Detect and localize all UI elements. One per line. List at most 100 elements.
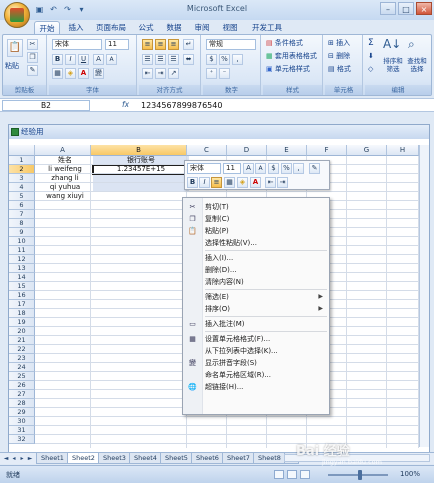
cell-B2[interactable]: 1.23457E+15 xyxy=(95,165,187,174)
row-header-7[interactable]: 7 xyxy=(9,210,35,219)
row-header-21[interactable]: 21 xyxy=(9,336,35,345)
context-menu-item[interactable]: 插入(I)... xyxy=(183,252,329,264)
cell-styles-button[interactable]: ▣ 单元格样式 xyxy=(266,64,310,74)
number-format-select[interactable]: 常规 xyxy=(206,39,256,50)
tab-page-layout[interactable]: 页面布局 xyxy=(92,21,130,34)
font-size-input[interactable]: 11 xyxy=(105,39,129,50)
mini-font-color-button[interactable]: A xyxy=(250,177,261,188)
find-select-icon[interactable]: ⌕ xyxy=(408,38,415,50)
tab-home[interactable]: 开始 xyxy=(34,21,60,34)
column-header-g[interactable]: G xyxy=(347,145,387,156)
formula-input[interactable]: 1234567899876540 xyxy=(141,100,222,111)
row-header-12[interactable]: 12 xyxy=(9,255,35,264)
mini-grow-button[interactable]: A xyxy=(243,163,254,174)
column-header-a[interactable]: A xyxy=(35,145,91,156)
sheet-tab-6[interactable]: Sheet6 xyxy=(191,453,224,464)
row-header-27[interactable]: 27 xyxy=(9,390,35,399)
row-header-24[interactable]: 24 xyxy=(9,363,35,372)
phonetic-button[interactable]: 變 xyxy=(93,68,104,79)
row-header-2[interactable]: 2 xyxy=(9,165,35,174)
sheet-tab-8[interactable]: Sheet8 xyxy=(253,453,286,464)
copy-icon[interactable]: ❐ xyxy=(27,52,38,63)
cell-B1[interactable]: 银行账号 xyxy=(93,156,189,165)
context-menu-item[interactable]: 删除(D)... xyxy=(183,264,329,276)
row-header-32[interactable]: 32 xyxy=(9,435,35,444)
next-sheet-icon[interactable]: ▸ xyxy=(18,454,26,463)
sheet-tab-5[interactable]: Sheet5 xyxy=(160,453,193,464)
cell-A5[interactable]: wang xiuyi xyxy=(37,192,93,201)
currency-icon[interactable]: $ xyxy=(206,54,217,65)
sort-filter-icon[interactable]: A↓ xyxy=(383,38,401,50)
office-button[interactable] xyxy=(4,2,30,28)
column-header-f[interactable]: F xyxy=(307,145,347,156)
tab-formulas[interactable]: 公式 xyxy=(134,21,158,34)
mini-currency-icon[interactable]: $ xyxy=(268,163,279,174)
tab-review[interactable]: 审阅 xyxy=(190,21,214,34)
find-select-button[interactable]: 查找和选择 xyxy=(405,57,429,73)
borders-icon[interactable]: ▦ xyxy=(52,68,63,79)
context-menu-item[interactable]: 排序(O) ▶ xyxy=(183,303,329,315)
sort-filter-button[interactable]: 排序和筛选 xyxy=(381,57,405,73)
row-header-13[interactable]: 13 xyxy=(9,264,35,273)
sheet-tab-3[interactable]: Sheet3 xyxy=(98,453,131,464)
last-sheet-icon[interactable]: ► xyxy=(26,454,34,463)
sheet-tab-1[interactable]: Sheet1 xyxy=(36,453,69,464)
mini-increase-indent-icon[interactable]: ⇥ xyxy=(277,177,288,188)
align-left-icon[interactable]: ☰ xyxy=(142,54,153,65)
percent-button[interactable]: % xyxy=(219,54,230,65)
row-header-31[interactable]: 31 xyxy=(9,426,35,435)
mini-size-input[interactable]: 11 xyxy=(223,163,241,174)
page-break-view-icon[interactable] xyxy=(300,470,310,479)
align-middle-icon[interactable]: ≡ xyxy=(155,39,166,50)
row-header-25[interactable]: 25 xyxy=(9,372,35,381)
fill-icon[interactable]: ⬇ xyxy=(368,51,374,61)
mini-format-painter-icon[interactable]: ✎ xyxy=(309,163,320,174)
row-header-9[interactable]: 9 xyxy=(9,228,35,237)
zoom-level[interactable]: 100% xyxy=(400,470,420,478)
row-header-8[interactable]: 8 xyxy=(9,219,35,228)
context-menu-item[interactable]: 从下拉列表中选择(K)... xyxy=(183,345,329,357)
format-as-table-button[interactable]: ▦ 套用表格格式 xyxy=(266,51,317,61)
context-menu-item[interactable]: 命名单元格区域(R)... xyxy=(183,369,329,381)
row-header-10[interactable]: 10 xyxy=(9,237,35,246)
mini-percent-button[interactable]: % xyxy=(281,163,292,174)
mini-fill-color-icon[interactable]: ◈ xyxy=(237,177,248,188)
tab-view[interactable]: 视图 xyxy=(218,21,242,34)
row-header-20[interactable]: 20 xyxy=(9,327,35,336)
context-menu-item[interactable]: ❐ 复制(C) xyxy=(183,213,329,225)
close-icon[interactable]: × xyxy=(416,2,432,15)
mini-comma-button[interactable]: , xyxy=(293,163,304,174)
cell-A3[interactable]: zhang li xyxy=(37,174,93,183)
increase-decimal-icon[interactable]: ⁺ xyxy=(206,68,217,79)
font-color-button[interactable]: A xyxy=(78,68,89,79)
row-header-23[interactable]: 23 xyxy=(9,354,35,363)
autosum-button[interactable]: Σ xyxy=(368,38,374,48)
row-header-5[interactable]: 5 xyxy=(9,192,35,201)
row-header-22[interactable]: 22 xyxy=(9,345,35,354)
mini-borders-icon[interactable]: ▦ xyxy=(224,177,235,188)
sheet-tab-7[interactable]: Sheet7 xyxy=(222,453,255,464)
delete-cells-button[interactable]: ⊟ 删除 xyxy=(328,51,350,61)
page-layout-view-icon[interactable] xyxy=(287,470,297,479)
cell-A1[interactable]: 姓名 xyxy=(37,156,93,165)
tab-data[interactable]: 数据 xyxy=(162,21,186,34)
select-all-corner[interactable] xyxy=(9,145,35,156)
mini-bold-button[interactable]: B xyxy=(187,177,198,188)
row-header-16[interactable]: 16 xyxy=(9,291,35,300)
clear-icon[interactable]: ◇ xyxy=(368,64,373,74)
decrease-indent-icon[interactable]: ⇤ xyxy=(142,68,153,79)
bold-button[interactable]: B xyxy=(52,54,63,65)
row-header-11[interactable]: 11 xyxy=(9,246,35,255)
tab-developer[interactable]: 开发工具 xyxy=(248,21,286,34)
fill-color-icon[interactable]: ◈ xyxy=(65,68,76,79)
align-center-icon[interactable]: ☰ xyxy=(155,54,166,65)
mini-shrink-button[interactable]: A xyxy=(255,163,266,174)
row-header-30[interactable]: 30 xyxy=(9,417,35,426)
context-menu-item[interactable]: 📋 粘贴(P) xyxy=(183,225,329,237)
italic-button[interactable]: I xyxy=(65,54,76,65)
font-name-input[interactable]: 宋体 xyxy=(52,39,102,50)
insert-function-button[interactable]: fx xyxy=(122,100,129,109)
normal-view-icon[interactable] xyxy=(274,470,284,479)
comma-button[interactable]: , xyxy=(232,54,243,65)
cell-A4[interactable]: qi yuhua xyxy=(37,183,93,192)
